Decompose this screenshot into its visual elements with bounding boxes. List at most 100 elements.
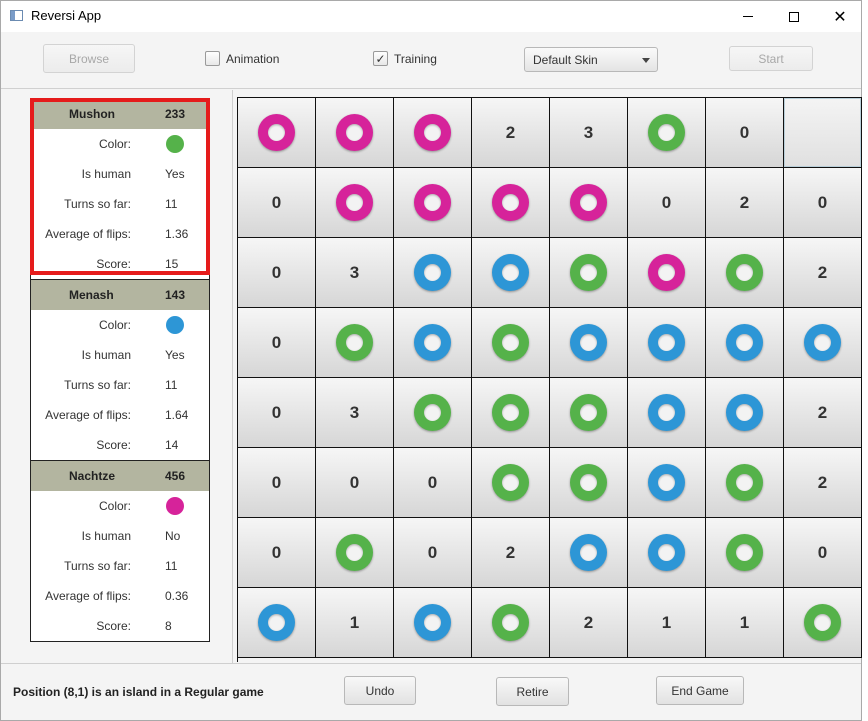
board-cell[interactable]: 0: [706, 98, 784, 168]
board-cell[interactable]: [550, 308, 628, 378]
player-header: Nachtze 456: [31, 461, 209, 491]
animation-checkbox-box[interactable]: [205, 51, 220, 66]
player-color-icon: [166, 135, 184, 153]
blue-disc-icon: [648, 394, 685, 431]
board-cell[interactable]: [316, 308, 394, 378]
board-cell[interactable]: 0: [394, 518, 472, 588]
board-cell[interactable]: [706, 378, 784, 448]
board-cell[interactable]: 2: [784, 378, 862, 448]
board-cell[interactable]: [706, 238, 784, 308]
board-cell[interactable]: 0: [784, 168, 862, 238]
board-cell[interactable]: 2: [550, 588, 628, 658]
board-cell[interactable]: [628, 518, 706, 588]
board-cell[interactable]: 1: [628, 588, 706, 658]
board-cell[interactable]: [706, 308, 784, 378]
board-cell[interactable]: [472, 588, 550, 658]
board-cell[interactable]: [628, 238, 706, 308]
board-cell[interactable]: [394, 238, 472, 308]
training-checkbox-box[interactable]: ✓: [373, 51, 388, 66]
board-cell[interactable]: [550, 448, 628, 518]
turns-row: Turns so far: 11: [31, 551, 209, 581]
reversi-window: Reversi App ✕ Browse Animation ✓ Trainin…: [0, 0, 862, 721]
board-cell[interactable]: [394, 308, 472, 378]
board-cell[interactable]: [784, 588, 862, 658]
browse-button[interactable]: Browse: [43, 44, 135, 73]
is-human-row: Is human Yes: [31, 340, 209, 370]
average-flips-row-value: 1.64: [165, 408, 189, 422]
minimize-button[interactable]: [725, 1, 771, 32]
board-cell[interactable]: [784, 98, 862, 168]
player-name: Menash: [69, 288, 114, 302]
board-cell[interactable]: [394, 98, 472, 168]
cell-flip-count: 3: [349, 262, 360, 282]
board-cell[interactable]: 2: [706, 168, 784, 238]
board-cell[interactable]: [472, 168, 550, 238]
color-row-label: Color:: [98, 137, 131, 151]
board-cell[interactable]: 0: [238, 518, 316, 588]
board-cell[interactable]: [316, 518, 394, 588]
board-cell[interactable]: [316, 168, 394, 238]
undo-button[interactable]: Undo: [344, 676, 416, 705]
board-cell[interactable]: 3: [550, 98, 628, 168]
board-cell[interactable]: 0: [628, 168, 706, 238]
board-cell[interactable]: 0: [238, 378, 316, 448]
green-disc-icon: [492, 464, 529, 501]
cell-flip-count: 1: [661, 612, 672, 632]
board-cell[interactable]: 0: [316, 448, 394, 518]
board-cell[interactable]: [394, 378, 472, 448]
board-cell[interactable]: [550, 518, 628, 588]
board-cell[interactable]: [472, 448, 550, 518]
maximize-button[interactable]: [771, 1, 817, 32]
board-cell[interactable]: [238, 98, 316, 168]
board-cell[interactable]: [238, 588, 316, 658]
cell-flip-count: 0: [739, 122, 750, 142]
cell-flip-count: 0: [661, 192, 672, 212]
board-cell[interactable]: 0: [238, 238, 316, 308]
board-cell[interactable]: 3: [316, 238, 394, 308]
start-button[interactable]: Start: [729, 46, 813, 71]
board-cell[interactable]: 0: [238, 448, 316, 518]
retire-button[interactable]: Retire: [496, 677, 569, 706]
board-cell[interactable]: 0: [784, 518, 862, 588]
is-human-row-label: Is human: [81, 348, 131, 362]
score-row-value: 15: [165, 257, 179, 271]
board-cell[interactable]: 0: [238, 308, 316, 378]
board-cell[interactable]: [628, 98, 706, 168]
board-cell[interactable]: 1: [706, 588, 784, 658]
board-cell[interactable]: [472, 308, 550, 378]
board-cell[interactable]: [706, 448, 784, 518]
end-game-button[interactable]: End Game: [656, 676, 744, 705]
close-button[interactable]: ✕: [817, 1, 863, 32]
board-cell[interactable]: [472, 378, 550, 448]
board-cell[interactable]: [394, 588, 472, 658]
skin-select[interactable]: Default Skin: [524, 47, 658, 72]
blue-disc-icon: [726, 394, 763, 431]
board-cell[interactable]: [550, 378, 628, 448]
cell-flip-count: 3: [349, 402, 360, 422]
board-cell[interactable]: [784, 308, 862, 378]
board-cell[interactable]: [628, 308, 706, 378]
board-cell[interactable]: [472, 238, 550, 308]
is-human-row: Is human No: [31, 521, 209, 551]
board-cell[interactable]: [394, 168, 472, 238]
board-cell[interactable]: 2: [472, 518, 550, 588]
window-title: Reversi App: [31, 8, 102, 23]
board-cell[interactable]: 0: [394, 448, 472, 518]
board-cell[interactable]: [628, 378, 706, 448]
board-cell[interactable]: 2: [472, 98, 550, 168]
board-cell[interactable]: [706, 518, 784, 588]
board-cell[interactable]: 1: [316, 588, 394, 658]
board-cell[interactable]: 2: [784, 238, 862, 308]
animation-checkbox[interactable]: Animation: [205, 51, 279, 66]
board-cell[interactable]: [550, 168, 628, 238]
training-checkbox[interactable]: ✓ Training: [373, 51, 437, 66]
player-points: 233: [165, 107, 186, 121]
board-cell[interactable]: [316, 98, 394, 168]
board-cell[interactable]: 3: [316, 378, 394, 448]
board-cell[interactable]: 2: [784, 448, 862, 518]
cell-flip-count: 0: [427, 542, 438, 562]
green-disc-icon: [336, 324, 373, 361]
board-cell[interactable]: [550, 238, 628, 308]
board-cell[interactable]: 0: [238, 168, 316, 238]
board-cell[interactable]: [628, 448, 706, 518]
